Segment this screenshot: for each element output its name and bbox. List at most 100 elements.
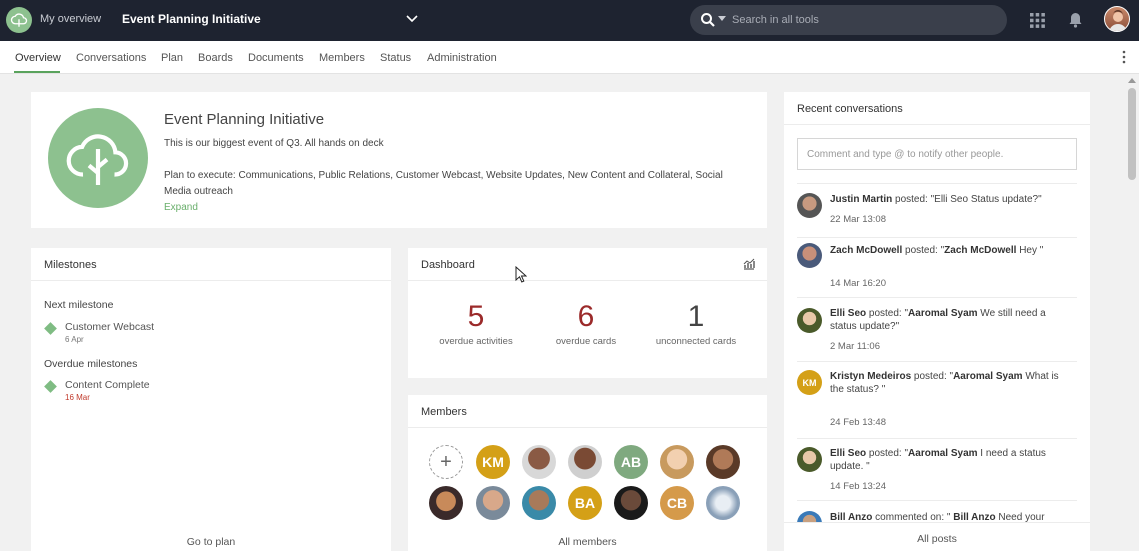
conversation-message: posted: " — [911, 371, 954, 382]
search-input[interactable] — [732, 12, 992, 28]
conversation-time: 14 Mar 16:20 — [830, 278, 886, 289]
avatar — [797, 308, 822, 333]
dashboard-header: Dashboard — [408, 248, 767, 281]
conversation-author: Elli Seo — [830, 308, 867, 319]
comment-box[interactable] — [797, 138, 1077, 170]
chevron-down-icon[interactable] — [404, 11, 420, 27]
conversation-time: 2 Mar 11:06 — [830, 341, 880, 352]
milestone-name[interactable]: Customer Webcast — [65, 321, 154, 333]
avatar — [797, 243, 822, 268]
notifications-bell-icon[interactable] — [1068, 12, 1083, 28]
apps-grid-icon[interactable] — [1030, 13, 1045, 28]
stat-label: overdue activities — [439, 336, 513, 347]
milestone-date: 6 Apr — [65, 335, 84, 344]
stat-label: overdue cards — [555, 336, 617, 347]
member-avatar[interactable] — [706, 445, 740, 479]
members-title: Members — [421, 406, 467, 418]
member-avatar[interactable] — [522, 486, 556, 520]
milestones-header: Milestones — [31, 248, 391, 281]
member-avatar[interactable] — [568, 445, 602, 479]
project-plan-text: Plan to execute: Communications, Public … — [164, 170, 723, 197]
avatar — [797, 193, 822, 218]
stat-overdue-cards[interactable]: 6 overdue cards — [531, 300, 641, 347]
tab-plan[interactable]: Plan — [161, 52, 183, 64]
conversation-time: 14 Feb 13:24 — [830, 481, 886, 492]
chart-icon[interactable] — [743, 258, 755, 270]
avatar — [797, 447, 822, 472]
project-name: Event Planning Initiative — [164, 111, 325, 128]
stat-value: 1 — [687, 300, 705, 333]
tab-conversations[interactable]: Conversations — [76, 52, 146, 64]
project-cloud-icon — [48, 108, 148, 208]
go-to-plan-link[interactable]: Go to plan — [31, 536, 391, 548]
milestone-diamond-icon — [44, 380, 57, 393]
conversation-text[interactable]: Justin Martin posted: "Elli Seo Status u… — [830, 193, 1075, 206]
member-avatar[interactable]: BA — [568, 486, 602, 520]
conversation-message: Hey " — [1016, 245, 1044, 256]
conversation-text[interactable]: Elli Seo posted: "Aaromal Syam I need a … — [830, 447, 1075, 473]
search-scope-caret-icon[interactable] — [718, 16, 726, 21]
conversation-text[interactable]: Kristyn Medeiros posted: "Aaromal Syam W… — [830, 370, 1075, 396]
milestones-title: Milestones — [44, 259, 97, 271]
conversation-item[interactable]: Elli Seo posted: "Aaromal Syam I need a … — [797, 438, 1077, 500]
tab-administration[interactable]: Administration — [427, 52, 497, 64]
member-avatar[interactable]: CB — [660, 486, 694, 520]
member-avatar[interactable] — [476, 486, 510, 520]
add-member-button[interactable]: + — [429, 445, 463, 479]
conversation-item[interactable]: KM Kristyn Medeiros posted: "Aaromal Sya… — [797, 361, 1077, 438]
member-avatar[interactable]: KM — [476, 445, 510, 479]
comment-input[interactable] — [798, 139, 1076, 169]
milestones-card: Milestones Next milestone Customer Webca… — [31, 248, 391, 551]
conversation-item[interactable]: Elli Seo posted: "Aaromal Syam We still … — [797, 297, 1077, 361]
stat-unconnected-cards[interactable]: 1 unconnected cards — [641, 300, 751, 347]
milestone-date-overdue: 16 Mar — [65, 393, 90, 402]
scrollbar-thumb[interactable] — [1128, 88, 1136, 180]
conversation-author: Justin Martin — [830, 194, 893, 205]
conversation-mention: Aaromal Syam — [953, 371, 1023, 382]
user-avatar[interactable] — [1104, 6, 1130, 32]
more-options-icon[interactable] — [1120, 50, 1128, 64]
conversation-time: 22 Mar 13:08 — [830, 214, 886, 225]
conversation-author: Kristyn Medeiros — [830, 371, 912, 382]
member-avatar[interactable] — [614, 486, 648, 520]
tab-boards[interactable]: Boards — [198, 52, 233, 64]
conversation-message: posted: " — [866, 448, 909, 459]
member-avatar[interactable] — [522, 445, 556, 479]
overdue-milestones-label: Overdue milestones — [44, 358, 138, 370]
expand-link[interactable]: Expand — [164, 202, 198, 213]
dashboard-title: Dashboard — [421, 259, 475, 271]
stat-value: 6 — [577, 300, 595, 333]
all-posts-link[interactable]: All posts — [784, 533, 1090, 545]
recent-conversations-title: Recent conversations — [797, 103, 903, 115]
stat-overdue-activities[interactable]: 5 overdue activities — [421, 300, 531, 347]
conversation-text[interactable]: Zach McDowell posted: "Zach McDowell Hey… — [830, 244, 1075, 257]
project-switcher-title[interactable]: Event Planning Initiative — [122, 12, 261, 26]
conversation-message: posted: " — [902, 245, 945, 256]
conversation-mention: Aaromal Syam — [908, 308, 978, 319]
next-milestone-label: Next milestone — [44, 299, 114, 311]
conversation-text[interactable]: Elli Seo posted: "Aaromal Syam We still … — [830, 307, 1075, 333]
members-card: Members + KM AB BA CB All members — [408, 395, 767, 551]
tab-overview[interactable]: Overview — [15, 52, 61, 64]
member-avatar[interactable] — [660, 445, 694, 479]
tab-documents[interactable]: Documents — [248, 52, 304, 64]
my-overview-link[interactable]: My overview — [40, 13, 101, 25]
conversation-item[interactable]: Justin Martin posted: "Elli Seo Status u… — [797, 183, 1077, 237]
stat-value: 5 — [467, 300, 485, 333]
conversation-message: posted: "Elli Seo Status update?" — [892, 194, 1042, 205]
conversation-mention: Aaromal Syam — [908, 448, 978, 459]
member-avatar[interactable] — [706, 486, 740, 520]
milestone-name[interactable]: Content Complete — [65, 379, 150, 391]
mouse-cursor-icon — [515, 266, 527, 283]
conversation-mention: Zach McDowell — [944, 245, 1017, 256]
conversation-item[interactable]: Zach McDowell posted: "Zach McDowell Hey… — [797, 237, 1077, 297]
member-avatar[interactable]: AB — [614, 445, 648, 479]
dashboard-card: Dashboard 5 overdue activities 6 overdue… — [408, 248, 767, 378]
tab-members[interactable]: Members — [319, 52, 365, 64]
all-members-link[interactable]: All members — [408, 536, 767, 548]
member-avatar[interactable] — [429, 486, 463, 520]
app-logo-icon[interactable] — [6, 7, 32, 33]
scroll-up-arrow-icon[interactable] — [1128, 78, 1136, 83]
tab-status[interactable]: Status — [380, 52, 411, 64]
global-search[interactable] — [690, 5, 1007, 35]
